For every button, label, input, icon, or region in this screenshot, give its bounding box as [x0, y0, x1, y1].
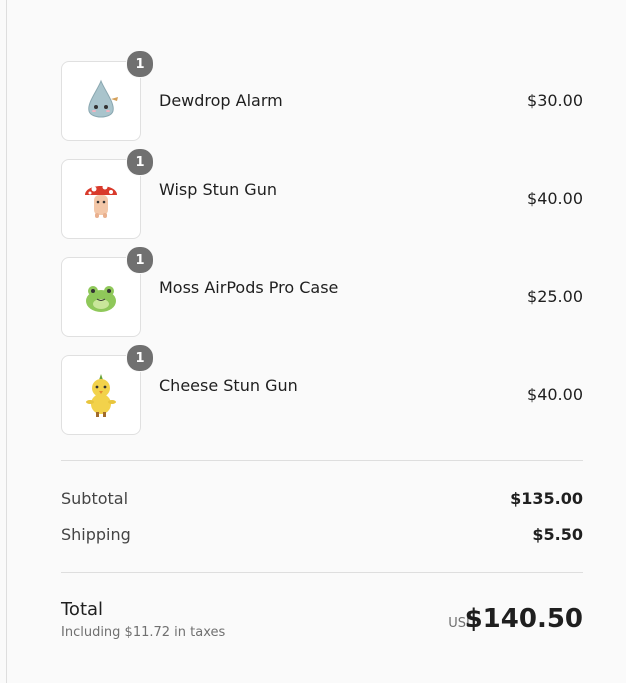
droplet-character-icon — [88, 79, 118, 118]
product-price: $30.00 — [527, 91, 583, 110]
total-label: Total — [61, 599, 104, 620]
product-price: $40.00 — [527, 385, 583, 404]
divider — [61, 460, 583, 461]
subtotal-value: $135.00 — [510, 489, 583, 508]
divider — [61, 572, 583, 573]
quantity-badge: 1 — [126, 148, 154, 176]
shipping-value: $5.50 — [532, 525, 583, 544]
quantity-badge: 1 — [126, 246, 154, 274]
cart-item: 1 Moss AirPods Pro Case $25.00 — [61, 246, 583, 339]
product-name: Moss AirPods Pro Case — [159, 278, 339, 297]
cart-item: 1 Cheese Stun Gun $40.00 — [61, 344, 583, 437]
shipping-label: Shipping — [61, 525, 131, 544]
tax-note: Including $11.72 in taxes — [61, 625, 226, 640]
frog-character-icon — [86, 286, 116, 312]
quantity-badge: 1 — [126, 50, 154, 78]
cart-item: 1 Dewdrop Alarm $30.00 — [61, 50, 583, 143]
product-price: $25.00 — [527, 287, 583, 306]
quantity-badge: 1 — [126, 344, 154, 372]
product-price: $40.00 — [527, 189, 583, 208]
total-value: $140.50 — [464, 604, 583, 634]
cart-item: 1 Wisp Stun Gun $40.00 — [61, 148, 583, 241]
mushroom-character-icon — [85, 184, 117, 218]
chick-character-icon — [86, 374, 116, 417]
product-name: Cheese Stun Gun — [159, 376, 298, 395]
order-summary-panel: 1 Dewdrop Alarm $30.00 1 Wisp Stun Gun $… — [0, 0, 626, 683]
product-name: Wisp Stun Gun — [159, 180, 277, 199]
subtotal-label: Subtotal — [61, 489, 129, 508]
product-name: Dewdrop Alarm — [159, 91, 283, 110]
